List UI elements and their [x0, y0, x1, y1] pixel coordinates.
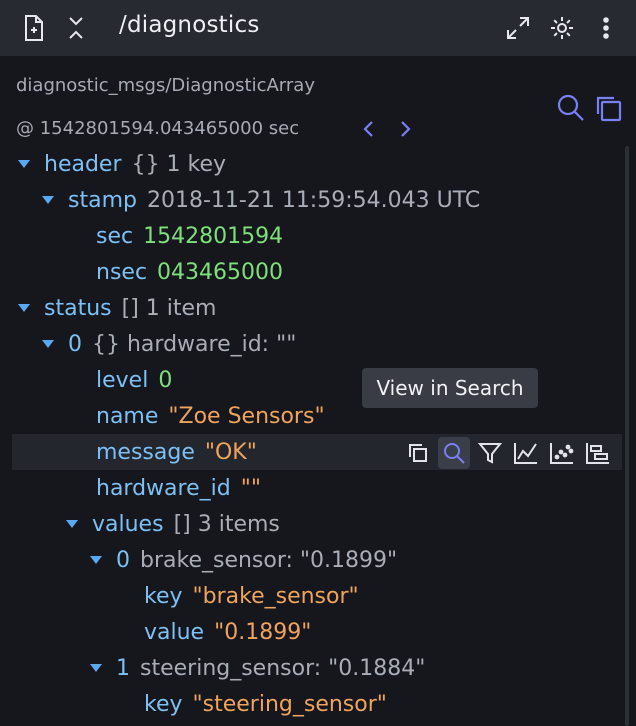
state-transitions-icon[interactable] — [582, 437, 614, 469]
more-vertical-icon[interactable] — [592, 13, 620, 43]
collapse-icon[interactable] — [62, 13, 90, 43]
field-meta: [] 3 items — [173, 511, 280, 537]
expand-arrow-icon[interactable] — [90, 664, 102, 672]
field-key: level — [96, 367, 149, 393]
expand-arrow-icon[interactable] — [90, 556, 102, 564]
tree-row-stamp[interactable]: stamp 2018-11-21 11:59:54.043 UTC — [0, 182, 636, 218]
field-meta: steering_sensor: "0.1884" — [140, 655, 426, 681]
array-index: 0 — [116, 547, 130, 573]
tree-row-values-1[interactable]: 1 steering_sensor: "0.1884" — [0, 650, 636, 686]
field-value: "Zoe Sensors" — [168, 403, 325, 429]
tree-row-v0-value[interactable]: value "0.1899" — [0, 614, 636, 650]
field-meta: 2018-11-21 11:59:54.043 UTC — [146, 187, 481, 213]
line-chart-icon[interactable] — [510, 437, 542, 469]
message-timestamp: @ 1542801594.043465000 sec — [16, 118, 300, 139]
field-key: header — [44, 151, 122, 177]
search-icon[interactable] — [555, 92, 587, 124]
tree-row-status[interactable]: status [] 1 item — [0, 290, 636, 326]
copy-icon[interactable] — [592, 92, 624, 124]
fullscreen-icon[interactable] — [504, 13, 532, 43]
field-key: name — [96, 403, 159, 429]
tree-row-v1-key[interactable]: key "steering_sensor" — [0, 686, 636, 722]
field-key: key — [144, 691, 183, 717]
field-meta: [] 1 item — [121, 295, 217, 321]
field-key: status — [44, 295, 112, 321]
field-key: values — [92, 511, 164, 537]
topic-title[interactable]: /diagnostics — [119, 12, 260, 38]
tree-row-header[interactable]: header {} 1 key — [0, 146, 636, 182]
field-meta: brake_sensor: "0.1899" — [140, 547, 398, 573]
field-meta: {} hardware_id: "" — [92, 331, 297, 357]
scatter-plot-icon[interactable] — [546, 437, 578, 469]
field-key: stamp — [68, 187, 137, 213]
expand-arrow-icon[interactable] — [42, 340, 54, 348]
field-value: 0 — [158, 367, 173, 393]
field-key: value — [144, 619, 205, 645]
array-index: 1 — [116, 655, 130, 681]
chevron-right-icon[interactable] — [394, 116, 416, 142]
chevron-left-icon[interactable] — [358, 116, 380, 142]
field-value: 1542801594 — [143, 223, 284, 249]
expand-arrow-icon[interactable] — [18, 304, 30, 312]
field-value: 043465000 — [157, 259, 284, 285]
tree-row-hardware-id[interactable]: hardware_id "" — [0, 470, 636, 506]
field-key: hardware_id — [96, 475, 231, 501]
field-value: "" — [240, 475, 261, 501]
row-actions — [402, 436, 618, 470]
tree-row-values[interactable]: values [] 3 items — [0, 506, 636, 542]
tree-row-v0-key[interactable]: key "brake_sensor" — [0, 578, 636, 614]
field-value: "brake_sensor" — [192, 583, 359, 609]
gear-icon[interactable] — [548, 13, 576, 43]
field-key: nsec — [96, 259, 148, 285]
search-icon[interactable] — [438, 437, 470, 469]
expand-arrow-icon[interactable] — [18, 160, 30, 168]
tree-row-level[interactable]: level 0 — [0, 362, 636, 398]
field-value: "0.1899" — [214, 619, 312, 645]
field-key: key — [144, 583, 183, 609]
schema-name: diagnostic_msgs/DiagnosticArray — [16, 75, 315, 96]
expand-arrow-icon[interactable] — [66, 520, 78, 528]
filter-icon[interactable] — [474, 437, 506, 469]
array-index: 0 — [68, 331, 82, 357]
field-value: "OK" — [204, 439, 257, 465]
panel-toolbar: /diagnostics — [0, 0, 636, 56]
tree-row-sec[interactable]: sec 1542801594 — [0, 218, 636, 254]
field-value: "steering_sensor" — [192, 691, 387, 717]
field-meta: {} 1 key — [131, 151, 227, 177]
tree-row-status-0[interactable]: 0 {} hardware_id: "" — [0, 326, 636, 362]
field-key: message — [96, 439, 195, 465]
expand-arrow-icon[interactable] — [42, 196, 54, 204]
file-settings-icon[interactable] — [20, 13, 48, 43]
tooltip: View in Search — [362, 368, 538, 408]
tree-row-name[interactable]: name "Zoe Sensors" — [0, 398, 636, 434]
copy-icon[interactable] — [402, 437, 434, 469]
tree-row-values-0[interactable]: 0 brake_sensor: "0.1899" — [0, 542, 636, 578]
tree-row-nsec[interactable]: nsec 043465000 — [0, 254, 636, 290]
field-key: sec — [96, 223, 134, 249]
